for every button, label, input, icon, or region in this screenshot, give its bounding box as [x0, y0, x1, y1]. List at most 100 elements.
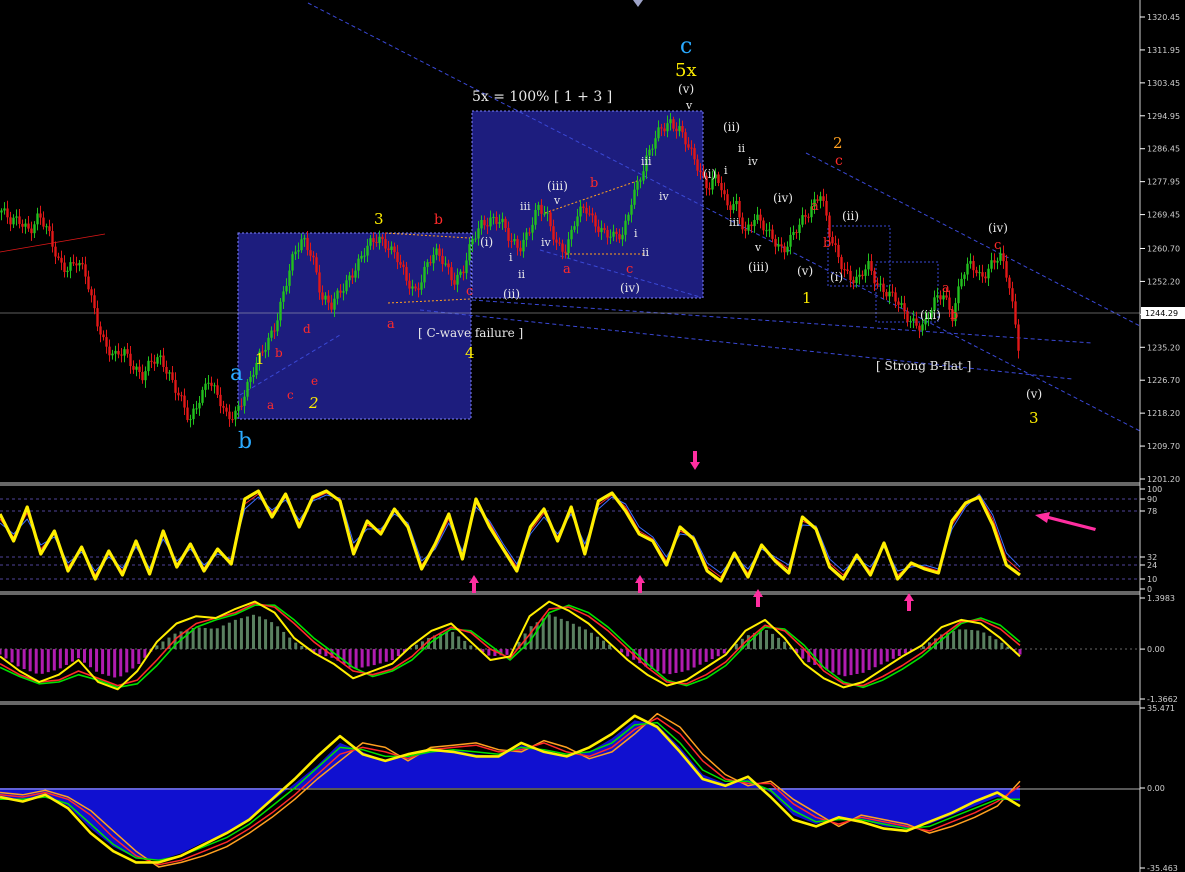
macd-bar	[867, 649, 871, 671]
stoch-tick-label: 10	[1147, 575, 1157, 584]
candle-body	[981, 272, 984, 277]
macd-bar	[1018, 649, 1022, 655]
candle-body	[93, 295, 96, 309]
macd-bar	[161, 641, 165, 650]
macd-bar	[704, 649, 708, 662]
candle-body	[798, 224, 801, 233]
candle-body	[831, 237, 834, 244]
price-tick-label: 1311.95	[1147, 46, 1180, 55]
macd-bar	[994, 639, 998, 650]
candle-body	[729, 205, 732, 210]
candle-body	[720, 183, 723, 191]
candle-body	[420, 282, 423, 290]
macd-bar	[251, 614, 255, 650]
candle-body	[444, 263, 447, 265]
macd-bar	[0, 649, 2, 655]
roman-i-2: (i)	[703, 167, 716, 181]
candle-body	[0, 210, 3, 213]
macd-bar	[849, 649, 853, 676]
candle-body	[285, 285, 288, 292]
candle-body	[762, 220, 765, 231]
candle-body	[507, 227, 510, 241]
candle-body	[558, 242, 561, 244]
candle-body	[294, 251, 297, 255]
candle-body	[1002, 253, 1005, 262]
candle-body	[393, 246, 396, 253]
candle-body	[237, 405, 240, 411]
candle-body	[396, 252, 399, 263]
candle-body	[672, 119, 675, 129]
small-ii-2: ii	[642, 246, 650, 259]
roman-ii-2: (ii)	[723, 120, 740, 134]
macd-bar	[209, 628, 213, 650]
candle-body	[1005, 261, 1008, 278]
candle-body	[171, 372, 174, 380]
macd-bar	[565, 621, 569, 650]
candle-body	[636, 181, 639, 190]
candle-body	[51, 231, 54, 247]
roman-iv-3: (iv)	[988, 221, 1008, 235]
macd-bar	[360, 649, 364, 668]
candle-body	[501, 218, 504, 223]
candle-body	[177, 392, 180, 396]
candle-body	[609, 236, 612, 238]
roman-i-3: (i)	[830, 270, 843, 284]
candle-body	[660, 127, 663, 129]
candle-body	[504, 218, 507, 228]
candle-body	[852, 280, 855, 284]
candle-body	[462, 271, 465, 274]
candle-body	[510, 240, 513, 242]
candle-body	[723, 190, 726, 195]
strong-b-flat-label: [ Strong B-flat ]	[876, 359, 971, 373]
roman-iii-3: (iii)	[920, 308, 941, 322]
candle-body	[663, 128, 666, 132]
macd-bar	[64, 649, 68, 665]
macd-bar	[855, 649, 859, 674]
candle-body	[54, 246, 57, 257]
candle-body	[24, 223, 27, 227]
macd-bar	[22, 649, 26, 670]
candle-body	[690, 147, 693, 149]
candle-body	[804, 215, 807, 217]
candle-body	[435, 248, 438, 255]
candle-body	[468, 244, 471, 261]
candle-body	[3, 208, 6, 211]
stoch-tick-label: 100	[1147, 485, 1162, 494]
macd-bar	[28, 649, 32, 672]
candle-body	[42, 217, 45, 227]
candle-body	[378, 236, 381, 243]
price-tick-label: 1226.70	[1147, 376, 1180, 385]
current-price-label: 1244.29	[1145, 309, 1178, 318]
macd-bar	[227, 622, 231, 650]
macd-bar	[89, 649, 93, 668]
label-c-cyan: c	[680, 34, 692, 59]
macd-bar	[107, 649, 111, 676]
sub-a-2: a	[387, 317, 395, 332]
candle-body	[465, 260, 468, 274]
candle-body	[66, 270, 69, 272]
candle-body	[273, 330, 276, 332]
macd-bar	[10, 649, 14, 663]
macd-bar	[976, 630, 980, 650]
candle-body	[207, 382, 210, 384]
candle-body	[189, 419, 192, 421]
macd-bar	[692, 649, 696, 668]
osc-tick-label: -35.463	[1147, 864, 1178, 872]
candle-body	[246, 381, 249, 397]
macd-bar	[451, 631, 455, 650]
small-i-2: i	[634, 227, 638, 240]
macd-bar	[668, 649, 672, 675]
candle-body	[129, 353, 132, 367]
price-tick-label: 1235.20	[1147, 343, 1180, 352]
candle-body	[183, 395, 186, 408]
candle-body	[687, 144, 690, 148]
candle-body	[357, 258, 360, 271]
candle-body	[630, 204, 633, 215]
candle-body	[957, 286, 960, 304]
candle-body	[252, 374, 255, 377]
macd-bar	[76, 649, 80, 659]
candle-body	[162, 355, 165, 367]
macd-bar	[119, 649, 123, 677]
macd-bar	[390, 649, 394, 661]
macd-bar	[155, 645, 159, 650]
